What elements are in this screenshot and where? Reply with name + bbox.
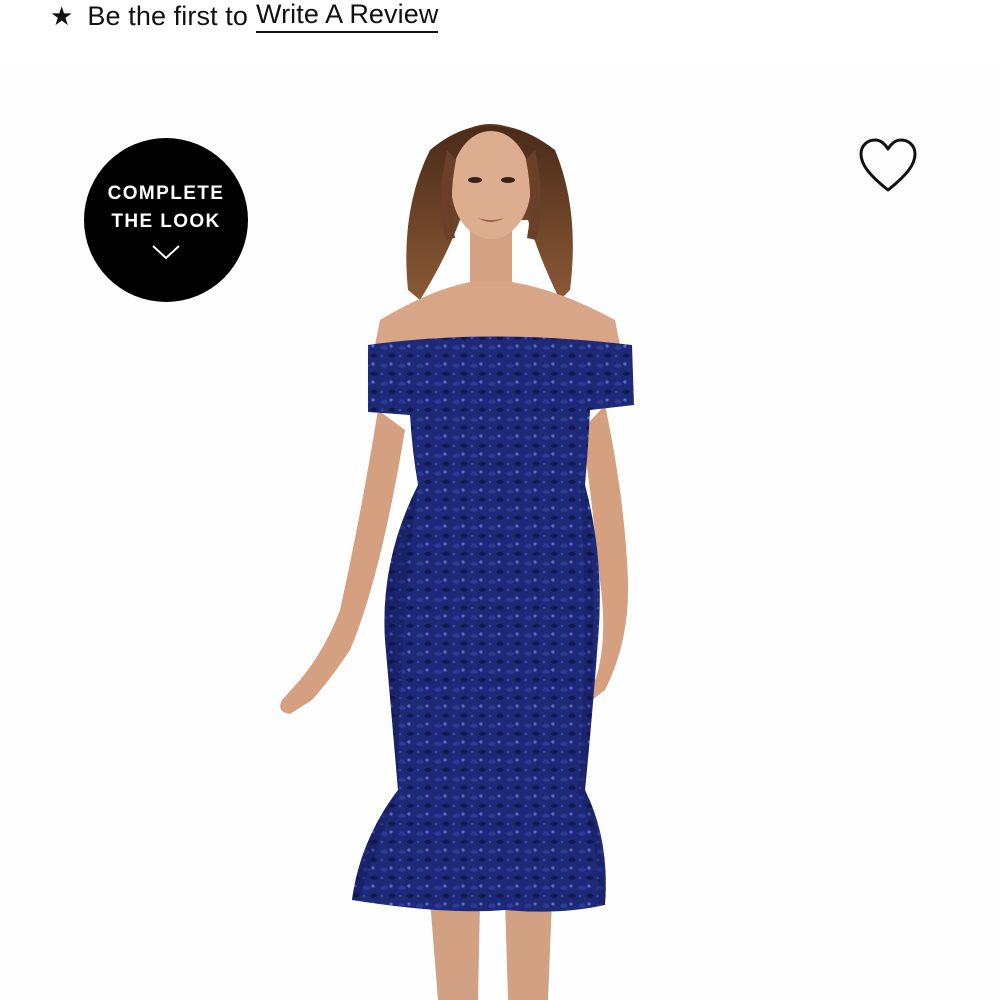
product-page: ★ Be the first to Write A Review COMPLET… — [0, 0, 1000, 1000]
complete-the-look-button[interactable]: COMPLETE THE LOOK — [84, 138, 248, 302]
left-arm — [280, 410, 405, 714]
review-row: ★ Be the first to Write A Review — [50, 0, 439, 38]
star-icon: ★ — [50, 1, 74, 31]
review-prompt-text: Be the first to — [87, 0, 248, 31]
chevron-down-icon — [152, 245, 180, 260]
heart-outline-icon — [859, 138, 917, 192]
favorite-button[interactable] — [858, 138, 918, 194]
face — [451, 131, 531, 239]
write-review-link[interactable]: Write A Review — [256, 0, 439, 33]
complete-the-look-line2: THE LOOK — [111, 211, 221, 232]
complete-the-look-line1: COMPLETE — [107, 183, 225, 204]
dress-skirt — [352, 485, 606, 912]
